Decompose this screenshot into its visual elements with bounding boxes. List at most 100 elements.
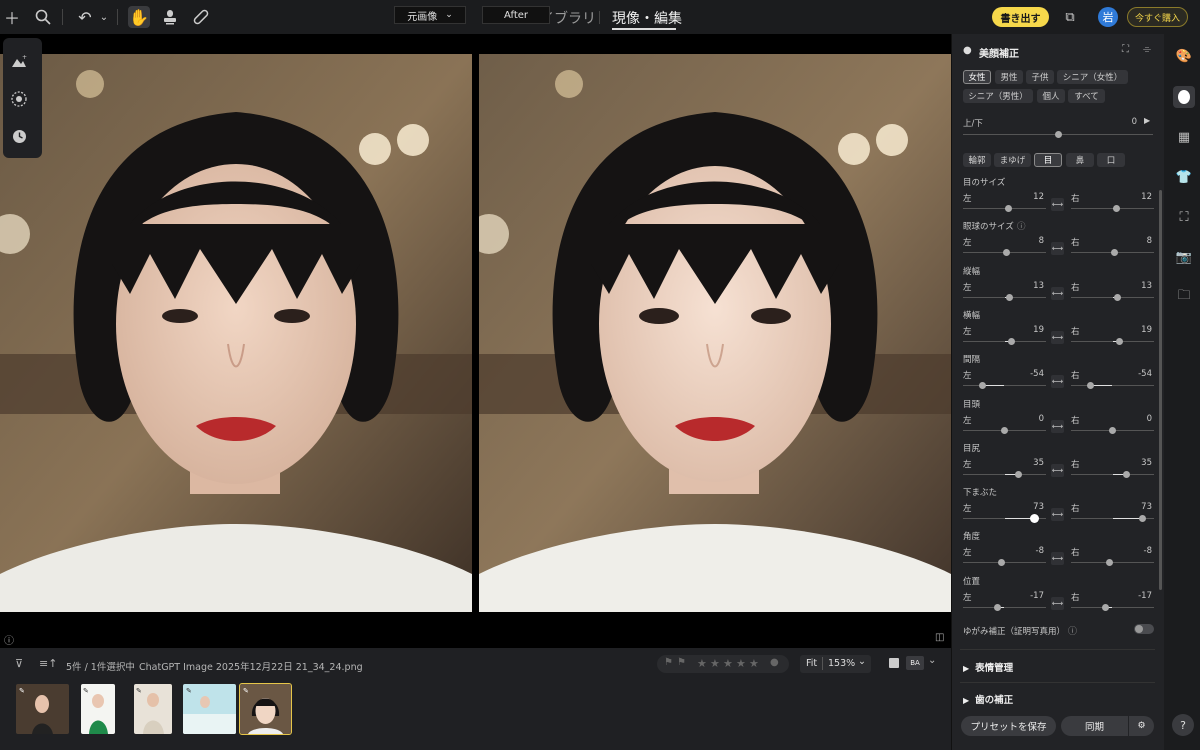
- filter-chip-female[interactable]: 女性: [963, 70, 991, 84]
- stamp-tool-icon[interactable]: [159, 6, 181, 28]
- export-button[interactable]: 書き出す: [992, 7, 1049, 27]
- play-icon[interactable]: ▶: [1144, 116, 1150, 125]
- hand-tool-icon[interactable]: ✋: [128, 6, 150, 28]
- star-icon[interactable]: ★: [749, 657, 759, 670]
- buy-now-button[interactable]: 今すぐ購入: [1127, 7, 1188, 27]
- avatar[interactable]: 岩: [1098, 7, 1118, 27]
- thumbnail-3[interactable]: ✎: [134, 684, 172, 734]
- info-icon[interactable]: ⓘ: [4, 632, 14, 647]
- search-icon[interactable]: [32, 6, 54, 28]
- right-slider-knob[interactable]: [1113, 293, 1121, 301]
- help-icon[interactable]: ⓘ: [1017, 220, 1026, 232]
- image-viewer[interactable]: [0, 34, 951, 648]
- texture-icon[interactable]: ▦: [1173, 126, 1195, 148]
- history-icon[interactable]: [9, 126, 29, 146]
- right-slider-track[interactable]: [1071, 385, 1154, 386]
- help-button[interactable]: ?: [1172, 714, 1194, 736]
- link-icon[interactable]: ⟷: [1051, 420, 1064, 433]
- face-icon[interactable]: [1173, 86, 1195, 108]
- right-slider-knob[interactable]: [1123, 470, 1131, 478]
- link-icon[interactable]: ⟷: [1051, 375, 1064, 388]
- filter-chip-male[interactable]: 男性: [995, 70, 1023, 84]
- compare-view-icon[interactable]: ◫: [935, 632, 944, 643]
- link-icon[interactable]: ⟷: [1051, 331, 1064, 344]
- save-preset-button[interactable]: プリセットを保存: [961, 716, 1056, 736]
- feature-tab-eyebrow[interactable]: まゆげ: [994, 153, 1031, 167]
- shirt-icon[interactable]: 👕: [1173, 166, 1195, 188]
- thumbnail-2[interactable]: ✎: [81, 684, 115, 734]
- left-slider-knob[interactable]: [1015, 470, 1023, 478]
- help-icon[interactable]: ⓘ: [1068, 624, 1077, 637]
- after-image[interactable]: [479, 54, 951, 612]
- left-slider-knob[interactable]: [1029, 513, 1039, 523]
- star-icon[interactable]: ★: [723, 657, 733, 670]
- filter-chip-child[interactable]: 子供: [1026, 70, 1054, 84]
- section-teeth[interactable]: ▶ 歯の補正: [963, 692, 1013, 706]
- right-slider-knob[interactable]: [1138, 514, 1146, 522]
- single-view-icon[interactable]: [889, 658, 899, 668]
- tab-develop[interactable]: 現像・編集: [612, 8, 682, 28]
- link-icon[interactable]: ⟷: [1051, 508, 1064, 521]
- right-slider-knob[interactable]: [1101, 603, 1109, 611]
- right-slider-knob[interactable]: [1113, 204, 1121, 212]
- panel-toggle-icon[interactable]: ⧉: [1059, 6, 1081, 28]
- link-icon[interactable]: ⟷: [1051, 242, 1064, 255]
- chevron-down-icon[interactable]: ⌄: [93, 6, 115, 28]
- star-icon[interactable]: ★: [736, 657, 746, 670]
- right-slider-track[interactable]: [1071, 607, 1154, 608]
- auto-adjust-icon[interactable]: +: [9, 51, 29, 71]
- link-icon[interactable]: ⟷: [1051, 287, 1064, 300]
- camera-icon[interactable]: 📷: [1173, 246, 1195, 268]
- add-icon[interactable]: ＋: [1, 6, 23, 28]
- color-label-icon[interactable]: ●: [770, 657, 779, 668]
- sync-settings-icon[interactable]: ⚙: [1129, 716, 1154, 736]
- updown-knob[interactable]: [1054, 131, 1062, 138]
- left-slider-track[interactable]: [963, 385, 1046, 386]
- chevron-down-icon[interactable]: ⌄: [928, 655, 936, 666]
- filter-chip-all[interactable]: すべて: [1068, 89, 1105, 103]
- before-image[interactable]: [0, 54, 472, 612]
- flag-icon[interactable]: ⚑: [664, 657, 673, 668]
- sync-button[interactable]: 同期: [1061, 716, 1128, 736]
- feature-tab-contour[interactable]: 輪郭: [963, 153, 991, 167]
- sort-icon[interactable]: ≡↑: [39, 657, 57, 670]
- feature-tab-mouth[interactable]: 口: [1097, 153, 1125, 167]
- thumbnail-5[interactable]: ✎: [239, 683, 292, 735]
- right-slider-knob[interactable]: [1086, 381, 1094, 389]
- star-icon[interactable]: ★: [697, 657, 707, 670]
- link-icon[interactable]: ⟷: [1051, 597, 1064, 610]
- right-slider-knob[interactable]: [1105, 558, 1113, 566]
- star-icon[interactable]: ★: [710, 657, 720, 670]
- crop-icon[interactable]: ⛶: [1173, 206, 1195, 228]
- filter-chip-individual[interactable]: 個人: [1037, 89, 1065, 103]
- left-slider-knob[interactable]: [997, 558, 1005, 566]
- link-icon[interactable]: ⟷: [1051, 552, 1064, 565]
- section-expression[interactable]: ▶ 表情管理: [963, 660, 1013, 674]
- face-detect-icon[interactable]: ⛶: [1122, 44, 1129, 55]
- palette-icon[interactable]: 🎨: [1173, 45, 1195, 67]
- right-slider-knob[interactable]: [1109, 426, 1116, 434]
- distortion-toggle[interactable]: [1134, 624, 1154, 634]
- filter-chip-senior-female[interactable]: シニア（女性）: [1057, 70, 1128, 84]
- fit-button[interactable]: Fit: [806, 658, 817, 669]
- before-label[interactable]: 元画像 ⌄: [394, 6, 466, 24]
- filter-icon[interactable]: ⊽: [15, 657, 23, 670]
- filter-chip-senior-male[interactable]: シニア（男性）: [963, 89, 1033, 103]
- folder-settings-icon[interactable]: 🗀: [1173, 286, 1195, 308]
- feature-tab-nose[interactable]: 鼻: [1066, 153, 1094, 167]
- left-slider-knob[interactable]: [978, 381, 986, 389]
- reset-icon[interactable]: ⌯: [1143, 44, 1151, 55]
- link-icon[interactable]: ⟷: [1051, 198, 1064, 211]
- left-slider-knob[interactable]: [1005, 293, 1013, 301]
- zoom-level[interactable]: 153%: [828, 658, 855, 669]
- panel-scrollbar[interactable]: [1159, 190, 1162, 590]
- bandage-tool-icon[interactable]: [190, 6, 212, 28]
- left-slider-knob[interactable]: [1001, 426, 1008, 434]
- left-slider-knob[interactable]: [993, 603, 1001, 611]
- thumbnail-4[interactable]: ✎: [183, 684, 236, 734]
- before-after-view-icon[interactable]: BA: [906, 656, 924, 670]
- thumbnail-1[interactable]: ✎: [16, 684, 69, 734]
- link-icon[interactable]: ⟷: [1051, 464, 1064, 477]
- noise-icon[interactable]: [9, 89, 29, 109]
- left-slider-track[interactable]: [963, 607, 1046, 608]
